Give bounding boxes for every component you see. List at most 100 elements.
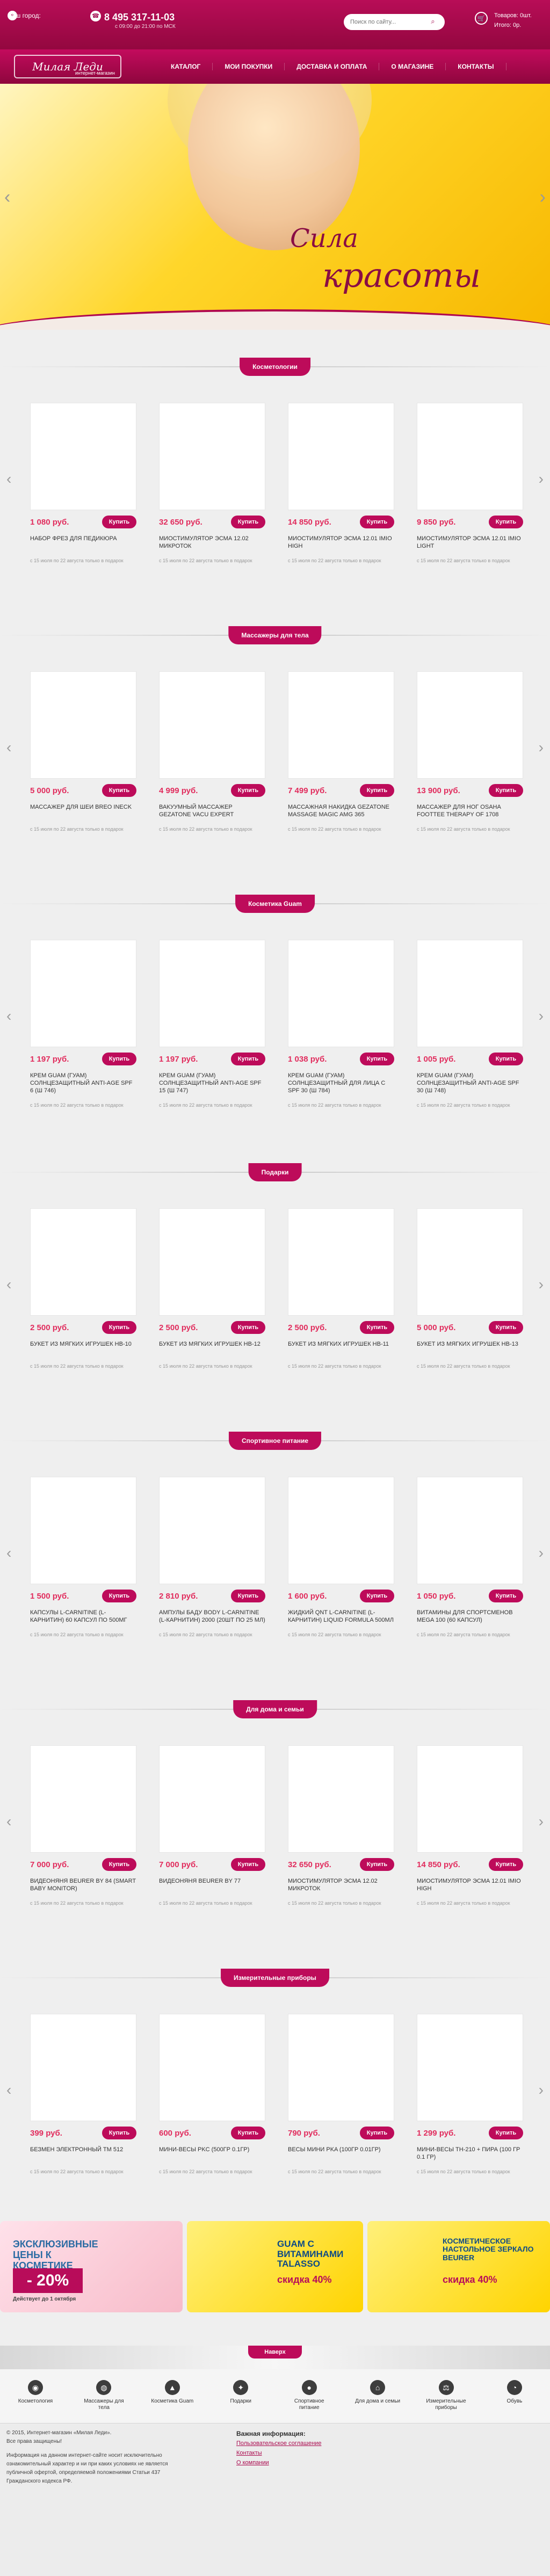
product-name[interactable]: МИОСТИМУЛЯТОР ЭСМА 12.02 МИКРОТОК [159,535,265,550]
buy-button[interactable]: Купить [231,1858,265,1871]
product-card[interactable]: 7 000 руб. Купить ВИДЕОНЯНЯ BEURER BY 84 (… [30,1745,136,1906]
product-card[interactable]: 2 500 руб. Купить БУКЕТ ИЗ МЯГКИХ ИГРУШЕК … [288,1208,394,1369]
chevron-left-icon[interactable]: ‹ [6,1007,11,1025]
product-name[interactable]: ВИДЕОНЯНЯ BEURER BY 84 (SMART BABY MONIT… [30,1877,136,1892]
product-card[interactable]: 7 000 руб. Купить ВИДЕОНЯНЯ BEURER BY 77 с … [159,1745,265,1906]
product-name[interactable]: БУКЕТ ИЗ МЯГКИХ ИГРУШЕК НВ-11 [288,1340,394,1355]
chevron-right-icon[interactable]: › [539,470,544,488]
footer-link-about[interactable]: О компании [236,2458,321,2468]
product-image[interactable] [30,2014,136,2121]
product-name[interactable]: МИОСТИМУЛЯТОР ЭСМА 12.01 IMIO HIGH [417,1877,523,1892]
product-card[interactable]: 14 850 руб. Купить МИОСТИМУЛЯТОР ЭСМА 12.… [288,403,394,564]
buy-button[interactable]: Купить [231,516,265,528]
buy-button[interactable]: Купить [231,1321,265,1334]
product-card[interactable]: 1 038 руб. Купить КРЕМ GUAM (ГУАМ) СОЛНЦЕЗ… [288,940,394,1108]
product-name[interactable]: БУКЕТ ИЗ МЯГКИХ ИГРУШЕК НВ-12 [159,1340,265,1355]
category-guam[interactable]: ▲ Косметика Guam [147,2380,198,2423]
product-image[interactable] [159,1208,265,1316]
product-name[interactable]: КРЕМ GUAM (ГУАМ) СОЛНЦЕЗАЩИТНЫЙ ANTI-AGE… [159,1072,265,1094]
logo[interactable]: Милая Леди интернет-магазин [14,55,121,78]
menu-item-catalog[interactable]: КАТАЛОГ [159,63,213,70]
product-name[interactable]: МИНИ-ВЕСЫ PKC (500ГР 0.1ГР) [159,2146,265,2161]
product-image[interactable] [288,940,394,1047]
buy-button[interactable]: Купить [489,784,523,797]
product-image[interactable] [288,1477,394,1584]
product-image[interactable] [288,403,394,510]
product-image[interactable] [159,940,265,1047]
product-card[interactable]: 2 500 руб. Купить БУКЕТ ИЗ МЯГКИХ ИГРУШЕК … [30,1208,136,1369]
buy-button[interactable]: Купить [489,2127,523,2139]
product-image[interactable] [417,671,523,779]
product-image[interactable] [288,1208,394,1316]
product-name[interactable]: БУКЕТ ИЗ МЯГКИХ ИГРУШЕК НВ-10 [30,1340,136,1355]
footer-link-contacts[interactable]: Контакты [236,2448,321,2458]
category-shoes[interactable]: ◔ Обувь [489,2380,540,2423]
product-card[interactable]: 1 050 руб. Купить ВИТАМИНЫ ДЛЯ СПОРТСМЕНОВ… [417,1477,523,1638]
chevron-right-icon[interactable]: › [539,1007,544,1025]
product-name[interactable]: МАССАЖНАЯ НАКИДКА GEZATONE MASSAGE MAGIC… [288,803,394,818]
chevron-left-icon[interactable]: ‹ [6,1276,11,1293]
category-cosmetology[interactable]: ◉ Косметология [10,2380,61,2423]
product-name[interactable]: МИОСТИМУЛЯТОР ЭСМА 12.02 МИКРОТОК [288,1877,394,1892]
buy-button[interactable]: Купить [231,2127,265,2139]
product-name[interactable]: БЕЗМЕН ЭЛЕКТРОННЫЙ ТМ 512 [30,2146,136,2161]
buy-button[interactable]: Купить [102,1590,136,1602]
product-image[interactable] [30,671,136,779]
buy-button[interactable]: Купить [489,1321,523,1334]
product-image[interactable] [417,940,523,1047]
product-card[interactable]: 2 810 руб. Купить АМПУЛЫ БАДУ BODY L-CARNI… [159,1477,265,1638]
product-image[interactable] [288,671,394,779]
category-massagers[interactable]: ◍ Массажеры для тела [78,2380,129,2423]
product-name[interactable]: МИОСТИМУЛЯТОР ЭСМА 12.01 IMIO LIGHT [417,535,523,550]
product-image[interactable] [288,1745,394,1853]
product-card[interactable]: 4 999 руб. Купить ВАКУУМНЫЙ МАССАЖЕР GEZAT… [159,671,265,832]
product-name[interactable]: МАССАЖЕР ДЛЯ ШЕИ BREO INECK [30,803,136,818]
product-name[interactable]: ВАКУУМНЫЙ МАССАЖЕР GEZATONE VACU EXPERT [159,803,265,818]
product-image[interactable] [159,671,265,779]
menu-item-delivery[interactable]: ДОСТАВКА И ОПЛАТА [285,63,380,70]
buy-button[interactable]: Купить [489,1590,523,1602]
category-home[interactable]: ⌂ Для дома и семьи [352,2380,403,2423]
menu-item-contacts[interactable]: КОНТАКТЫ [446,63,506,70]
chevron-left-icon[interactable]: ‹ [6,1544,11,1562]
category-sport[interactable]: ● Спортивное питание [284,2380,335,2423]
chevron-left-icon[interactable]: ‹ [6,739,11,756]
buy-button[interactable]: Купить [489,516,523,528]
product-image[interactable] [417,403,523,510]
product-name[interactable]: КРЕМ GUAM (ГУАМ) СОЛНЦЕЗАЩИТНЫЙ ANTI-AGE… [417,1072,523,1094]
product-card[interactable]: 14 850 руб. Купить МИОСТИМУЛЯТОР ЭСМА 12.0… [417,1745,523,1906]
category-measuring[interactable]: ⚖ Измерительные приборы [421,2380,472,2423]
menu-item-purchases[interactable]: МОИ ПОКУПКИ [213,63,285,70]
buy-button[interactable]: Купить [231,784,265,797]
chevron-left-icon[interactable]: ‹ [6,2081,11,2099]
buy-button[interactable]: Купить [360,1053,394,1065]
product-image[interactable] [159,1745,265,1853]
promo-banner-guam[interactable]: GUAM С ВИТАМИНАМИ TALASSO скидка 40% [187,2221,363,2312]
product-image[interactable] [30,403,136,510]
buy-button[interactable]: Купить [102,1858,136,1871]
cart-summary[interactable]: Товаров: 0шт. Итого: 0р. [494,11,532,30]
buy-button[interactable]: Купить [102,1321,136,1334]
product-name[interactable]: МАССАЖЕР ДЛЯ НОГ OSAHA FOOTTEE THERAPY O… [417,803,523,818]
product-name[interactable]: КРЕМ GUAM (ГУАМ) СОЛНЦЕЗАЩИТНЫЙ ДЛЯ ЛИЦА… [288,1072,394,1094]
product-name[interactable]: АМПУЛЫ БАДУ BODY L-CARNITINE (L-КАРНИТИН… [159,1609,265,1624]
product-image[interactable] [417,1477,523,1584]
product-name[interactable]: ЖИДКИЙ QNT L-CARNITINE (L-КАРНИТИН) LIQU… [288,1609,394,1624]
product-card[interactable]: 1 197 руб. Купить КРЕМ GUAM (ГУАМ) СОЛНЦЕЗ… [159,940,265,1108]
product-name[interactable]: ВИДЕОНЯНЯ BEURER BY 77 [159,1877,265,1892]
buy-button[interactable]: Купить [102,784,136,797]
product-image[interactable] [417,2014,523,2121]
buy-button[interactable]: Купить [360,1590,394,1602]
cart-icon[interactable]: 🛒 [475,12,488,25]
product-card[interactable]: 1 500 руб. Купить КАПСУЛЫ L-CARNITINE (L-К… [30,1477,136,1638]
chevron-right-icon[interactable]: › [539,2081,544,2099]
buy-button[interactable]: Купить [102,1053,136,1065]
product-name[interactable]: КРЕМ GUAM (ГУАМ) СОЛНЦЕЗАЩИТНЫЙ ANTI-AGE… [30,1072,136,1094]
product-image[interactable] [288,2014,394,2121]
chevron-right-icon[interactable]: › [539,1544,544,1562]
product-name[interactable]: БУКЕТ ИЗ МЯГКИХ ИГРУШЕК НВ-13 [417,1340,523,1355]
chevron-right-icon[interactable]: › [540,188,546,206]
menu-item-about[interactable]: О МАГАЗИНЕ [379,63,446,70]
chevron-left-icon[interactable]: ‹ [6,1813,11,1830]
phone-number[interactable]: 8 495 317-11-03 [104,12,175,23]
